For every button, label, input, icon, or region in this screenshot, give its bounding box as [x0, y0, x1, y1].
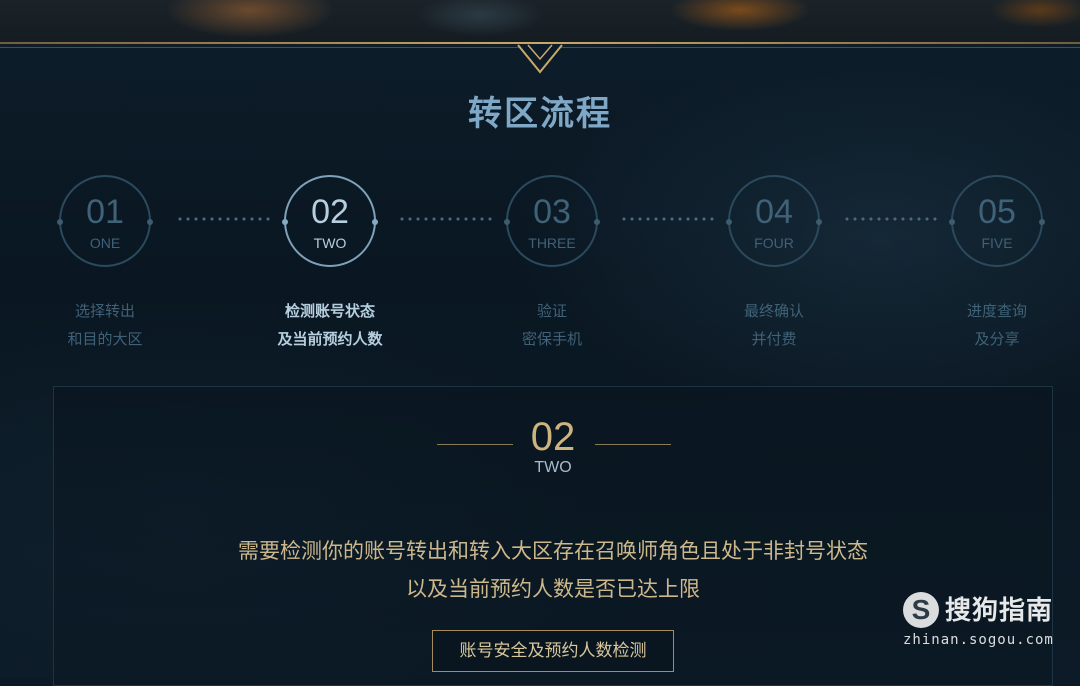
- step-caption: 进度查询 及分享: [897, 297, 1080, 353]
- step-caption: 检测账号状态 及当前预约人数: [230, 297, 430, 353]
- step-caption-line2: 及分享: [974, 330, 1020, 348]
- step-word: ONE: [89, 235, 121, 251]
- step-caption: 最终确认 并付费: [674, 297, 874, 353]
- panel-step-word: TWO: [534, 459, 572, 476]
- step-caption-line1: 最终确认: [743, 302, 804, 320]
- step-number: 04: [755, 193, 793, 231]
- step-caption-line2: 密保手机: [521, 330, 582, 348]
- step-word: FOUR: [754, 235, 794, 251]
- step-number: 03: [533, 193, 571, 231]
- hero-banner-image: [0, 0, 1080, 46]
- step-caption-line1: 验证: [536, 302, 567, 320]
- step-05[interactable]: 05 FIVE 进度查询 及分享: [897, 175, 1080, 353]
- step-04[interactable]: 04 FOUR 最终确认 并付费: [674, 175, 874, 353]
- step-number: 05: [978, 193, 1016, 231]
- step-word: FIVE: [981, 235, 1013, 251]
- step-caption-line2: 和目的大区: [67, 330, 143, 348]
- account-check-button[interactable]: 账号安全及预约人数检测: [432, 630, 674, 672]
- step-03[interactable]: 03 THREE 验证 密保手机: [452, 175, 652, 353]
- step-02[interactable]: 02 TWO 检测账号状态 及当前预约人数: [230, 175, 430, 353]
- panel-step-number: 02: [530, 415, 576, 459]
- step-01[interactable]: 01 ONE 选择转出 和目的大区: [5, 175, 205, 353]
- step-caption-line2: 并付费: [751, 330, 797, 348]
- step-word: THREE: [528, 235, 576, 251]
- step-circle: 04 FOUR: [726, 175, 822, 267]
- step-circle: 05 FIVE: [949, 175, 1045, 267]
- step-circle: 01 ONE: [57, 175, 153, 267]
- chevron-down-icon: [516, 44, 564, 74]
- step-circle: 03 THREE: [504, 175, 600, 267]
- step-word: TWO: [313, 235, 347, 251]
- step-caption: 验证 密保手机: [452, 297, 652, 353]
- step-caption-line1: 检测账号状态: [284, 302, 375, 320]
- step-number: 02: [311, 193, 349, 231]
- watermark-url: zhinan.sogou.com: [903, 632, 1054, 648]
- step-number: 01: [86, 193, 124, 231]
- step-circle: 02 TWO: [282, 175, 378, 267]
- panel-description-line1: 需要检测你的账号转出和转入大区存在召唤师角色且处于非封号状态: [238, 539, 868, 563]
- section-title: 转区流程: [468, 94, 612, 134]
- sogou-logo-icon: S: [903, 592, 939, 628]
- step-caption: 选择转出 和目的大区: [5, 297, 205, 353]
- step-caption-line1: 选择转出: [74, 302, 135, 320]
- watermark-brand: 搜狗指南: [945, 596, 1054, 626]
- sogou-watermark: S 搜狗指南 zhinan.sogou.com: [903, 590, 1073, 660]
- step-caption-line1: 进度查询: [966, 302, 1027, 320]
- step-caption-line2: 及当前预约人数: [277, 330, 383, 348]
